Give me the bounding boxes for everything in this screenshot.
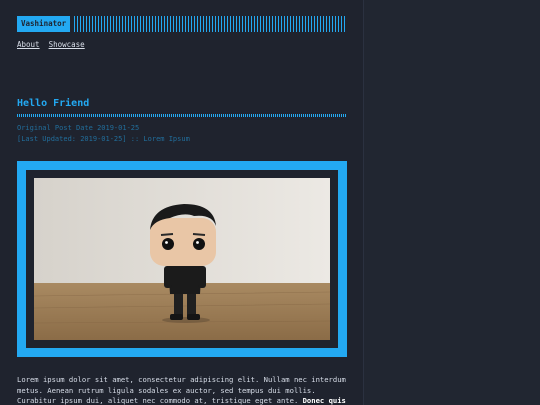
- post-meta: Original Post Date 2019-01-25 [Last Upda…: [17, 123, 347, 145]
- title-divider: [17, 114, 347, 117]
- post-original-date: Original Post Date 2019-01-25: [17, 124, 140, 132]
- post-image-frame: [17, 161, 347, 357]
- nav-link-showcase[interactable]: Showcase: [49, 40, 85, 49]
- right-panel: [363, 0, 540, 405]
- figurine-photo: [34, 178, 330, 340]
- nav-link-about[interactable]: About: [17, 40, 40, 49]
- site-header: Vashinator: [17, 16, 347, 32]
- main-content: Vashinator About Showcase Hello Friend O…: [17, 16, 347, 405]
- post-image: [26, 170, 338, 348]
- page: Vashinator About Showcase Hello Friend O…: [0, 0, 540, 405]
- post-body: Lorem ipsum dolor sit amet, consectetur …: [17, 375, 347, 405]
- post-last-updated: [Last Updated: 2019-01-25] :: Lorem Ipsu…: [17, 135, 190, 143]
- logo-stripes-icon: [74, 16, 347, 32]
- main-nav: About Showcase: [17, 40, 347, 49]
- post-body-text: Lorem ipsum dolor sit amet, consectetur …: [17, 375, 346, 405]
- post-title[interactable]: Hello Friend: [17, 98, 347, 110]
- site-logo[interactable]: Vashinator: [17, 16, 71, 32]
